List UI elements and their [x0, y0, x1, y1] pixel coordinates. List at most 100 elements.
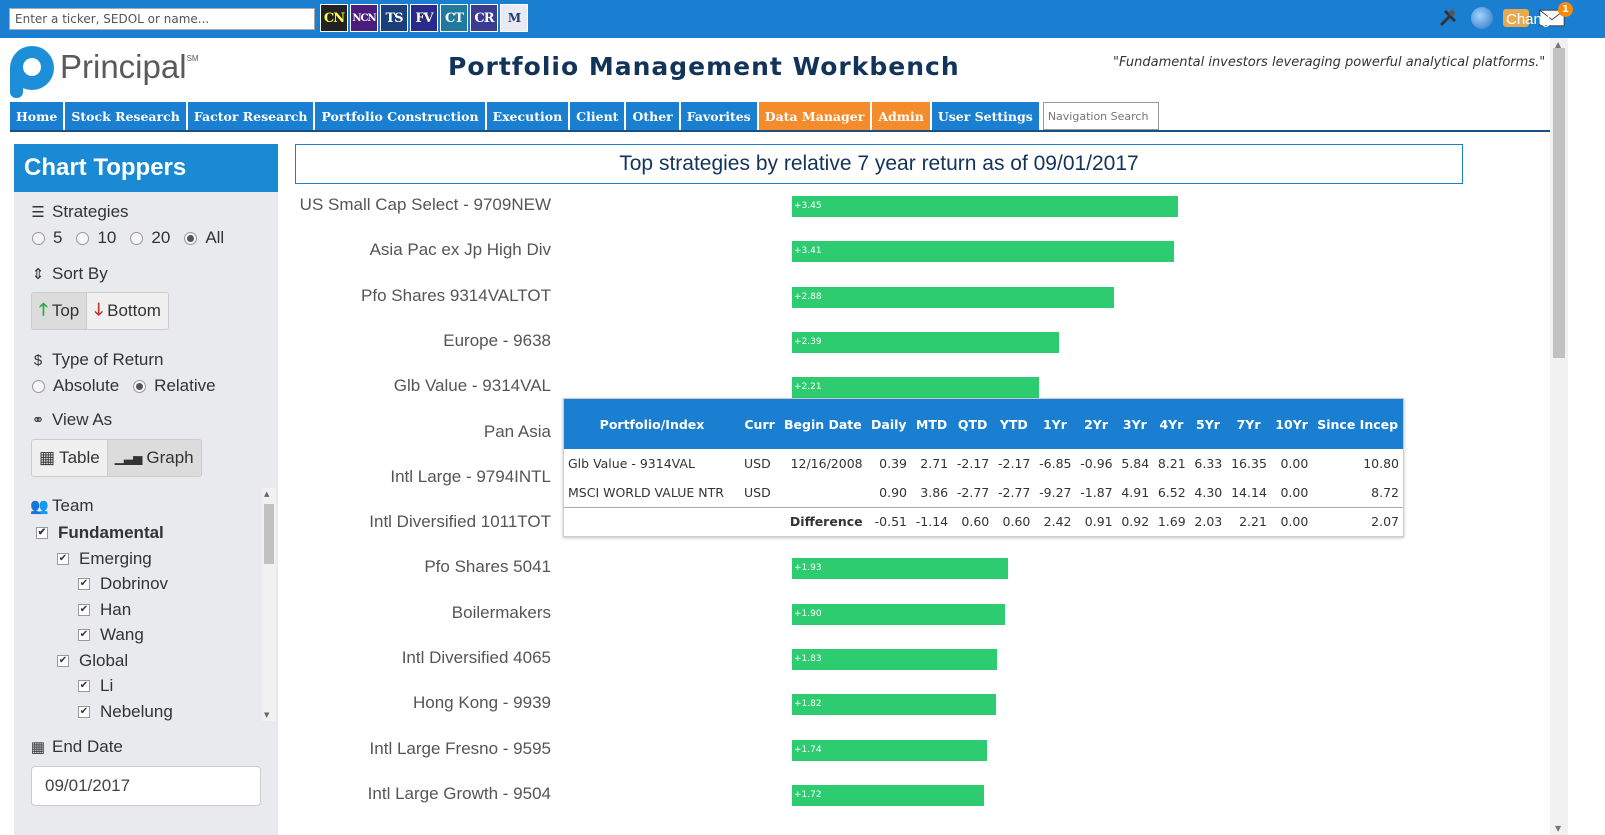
column-header[interactable]: Portfolio/Index — [564, 399, 740, 449]
nav-item-portfolio-construction[interactable]: Portfolio Construction — [315, 102, 487, 130]
return-type-option-relative[interactable]: Relative — [133, 376, 216, 396]
strategy-bar[interactable]: +1.82 — [792, 694, 996, 716]
team-scroll-thumb[interactable] — [264, 504, 274, 564]
scroll-up-icon[interactable]: ▲ — [264, 490, 269, 498]
strategy-bar[interactable]: +1.83 — [792, 649, 997, 670]
strategies-radio[interactable] — [184, 231, 198, 245]
sort-bottom-button[interactable]: 🡓 Bottom — [87, 293, 168, 329]
page-scroll-thumb[interactable] — [1553, 48, 1565, 358]
team-checkbox[interactable]: ✔ — [78, 603, 90, 616]
column-header[interactable]: 3Yr — [1116, 399, 1154, 449]
team-item[interactable]: ✔ Global — [57, 651, 128, 671]
nav-item-other[interactable]: Other — [626, 102, 681, 130]
column-header[interactable]: 5Yr — [1189, 399, 1227, 449]
strategy-label[interactable]: Intl Diversified 1011TOT — [295, 512, 551, 532]
tools-icon[interactable] — [1435, 6, 1461, 30]
ticker-search-input[interactable] — [9, 8, 315, 30]
strategy-bar[interactable]: +2.88 — [792, 286, 1115, 308]
team-item[interactable]: ✔ Dobrinov — [78, 574, 168, 594]
nav-item-client[interactable]: Client — [570, 102, 627, 130]
globe-icon[interactable] — [1471, 7, 1493, 29]
column-header[interactable]: 4Yr — [1153, 399, 1190, 449]
nav-item-user-settings[interactable]: User Settings — [931, 102, 1041, 130]
strategy-bar[interactable]: +1.90 — [792, 603, 1005, 625]
return-type-option-absolute[interactable]: Absolute — [32, 376, 119, 396]
strategy-label[interactable]: Pfo Shares 9314VALTOT — [295, 286, 551, 306]
m-icon[interactable]: M — [500, 4, 528, 32]
ncn-icon[interactable]: NCN — [350, 4, 378, 32]
view-graph-button[interactable]: ▁▃▅ Graph — [107, 440, 201, 476]
end-date-input[interactable] — [31, 766, 261, 806]
team-item[interactable]: ✔ Wang — [78, 625, 144, 645]
cr-icon[interactable]: CR — [470, 4, 498, 32]
sort-top-button[interactable]: 🡑 Top — [32, 293, 88, 329]
navigation-search-input[interactable] — [1042, 102, 1159, 130]
strategy-label[interactable]: US Small Cap Select - 9709NEW — [295, 195, 551, 215]
ts-icon[interactable]: TS — [380, 4, 408, 32]
team-scrollbar[interactable]: ▲ ▼ — [262, 488, 276, 721]
team-checkbox[interactable]: ✔ — [36, 527, 48, 539]
strategy-bar[interactable]: +1.74 — [792, 739, 987, 761]
nav-item-stock-research[interactable]: Stock Research — [65, 102, 188, 130]
strategies-option-20[interactable]: 20 — [130, 228, 170, 248]
strategy-label[interactable]: Intl Large - 9794INTL — [295, 467, 551, 487]
strategies-radio[interactable] — [32, 231, 45, 245]
team-checkbox[interactable]: ✔ — [78, 578, 90, 590]
column-header[interactable]: Daily — [866, 399, 911, 449]
scroll-down-icon[interactable]: ▼ — [264, 711, 269, 719]
strategies-option-all[interactable]: All — [184, 228, 224, 248]
team-item[interactable]: ✔ Nebelung — [78, 702, 173, 722]
nav-item-favorites[interactable]: Favorites — [680, 102, 759, 130]
principal-logo[interactable]: PrincipalSM — [10, 46, 199, 98]
return-type-radio[interactable] — [32, 379, 45, 393]
team-item[interactable]: ✔ Fundamental — [36, 523, 164, 543]
ct-icon[interactable]: CT — [440, 4, 468, 32]
strategy-label[interactable]: Boilermakers — [295, 603, 551, 623]
fv-icon[interactable]: FV — [410, 4, 438, 32]
strategy-bar[interactable]: +1.72 — [792, 784, 985, 806]
page-scroll-down-icon[interactable]: ▼ — [1555, 824, 1561, 833]
column-header[interactable]: 1Yr — [1034, 399, 1076, 449]
team-checkbox[interactable]: ✔ — [78, 705, 90, 718]
column-header[interactable]: Since Incep — [1312, 399, 1403, 449]
strategy-bar[interactable]: +2.39 — [792, 331, 1060, 353]
strategy-label[interactable]: Hong Kong - 9939 — [295, 693, 551, 713]
team-checkbox[interactable]: ✔ — [57, 654, 69, 667]
nav-item-data-manager[interactable]: Data Manager — [758, 102, 873, 130]
strategy-bar[interactable]: +2.21 — [792, 377, 1040, 399]
strategies-radio[interactable] — [130, 231, 144, 245]
team-item[interactable]: ✔ Emerging — [57, 549, 152, 569]
strategy-label[interactable]: Glb Value - 9314VAL — [295, 376, 551, 396]
strategy-bar[interactable]: +1.93 — [792, 558, 1008, 580]
return-type-radio[interactable] — [133, 379, 147, 393]
strategy-label[interactable]: Intl Large Fresno - 9595 — [295, 739, 551, 759]
team-checkbox[interactable]: ✔ — [78, 680, 90, 692]
column-header[interactable]: QTD — [952, 399, 994, 449]
strategy-label[interactable]: Asia Pac ex Jp High Div — [295, 240, 551, 260]
column-header[interactable]: Curr — [740, 399, 780, 449]
cn-icon[interactable]: CN — [320, 4, 348, 32]
team-item[interactable]: ✔ Li — [78, 676, 113, 696]
username[interactable]: Chang — [1506, 11, 1550, 28]
strategy-bar[interactable]: +3.45 — [792, 196, 1178, 217]
nav-item-factor-research[interactable]: Factor Research — [187, 102, 316, 130]
column-header[interactable]: 2Yr — [1075, 399, 1117, 449]
strategy-label[interactable]: Intl Large Growth - 9504 — [295, 784, 551, 804]
team-item[interactable]: ✔ Han — [78, 600, 131, 620]
strategies-radio[interactable] — [76, 231, 90, 245]
column-header[interactable]: Begin Date — [779, 399, 867, 449]
strategies-option-10[interactable]: 10 — [76, 228, 116, 248]
strategies-option-5[interactable]: 5 — [32, 228, 62, 248]
nav-item-admin[interactable]: Admin — [872, 102, 932, 130]
nav-item-execution[interactable]: Execution — [486, 102, 571, 130]
column-header[interactable]: 10Yr — [1270, 399, 1313, 449]
column-header[interactable]: YTD — [993, 399, 1035, 449]
column-header[interactable]: MTD — [910, 399, 953, 449]
strategy-label[interactable]: Europe - 9638 — [295, 331, 551, 351]
team-checkbox[interactable]: ✔ — [57, 552, 69, 565]
nav-item-home[interactable]: Home — [10, 102, 66, 130]
strategy-label[interactable]: Pfo Shares 5041 — [295, 557, 551, 577]
strategy-label[interactable]: Intl Diversified 4065 — [295, 648, 551, 668]
strategy-label[interactable]: Pan Asia — [295, 422, 551, 442]
column-header[interactable]: 7Yr — [1226, 399, 1271, 449]
